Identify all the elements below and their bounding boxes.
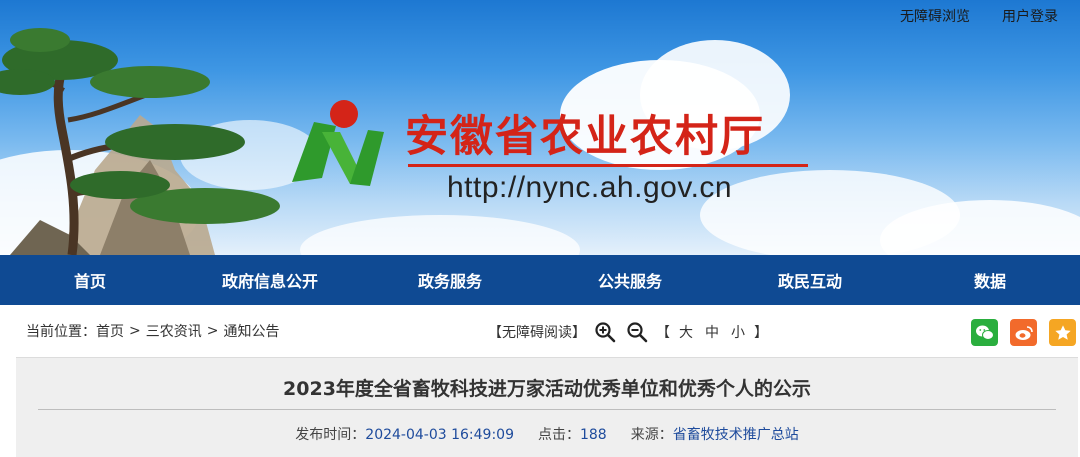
breadcrumb-separator: > (206, 323, 219, 339)
accessible-read-button[interactable]: 【无障碍阅读】 (488, 322, 586, 342)
breadcrumb-home[interactable]: 首页 (96, 321, 124, 341)
nav-item-gov-services[interactable]: 政务服务 (360, 268, 540, 292)
share-bar (971, 319, 1076, 346)
zoom-out-icon[interactable] (624, 319, 650, 345)
font-size-bracket-close: 】 (754, 325, 768, 341)
publish-time-label: 发布时间： (295, 427, 366, 443)
site-url: http://nync.ah.gov.cn (447, 171, 733, 204)
breadcrumb-separator: > (129, 323, 141, 339)
article-title: 2023年度全省畜牧科技进万家活动优秀单位和优秀个人的公示 (283, 378, 811, 400)
click-count-value: 188 (579, 427, 607, 443)
breadcrumb: 当前位置： 首页 > 三农资讯 > 通知公告 (26, 321, 279, 341)
source-group: 来源：省畜牧技术推广总站 (631, 424, 799, 444)
breadcrumb-news[interactable]: 三农资讯 (146, 321, 202, 341)
font-size-large[interactable]: 大 (679, 322, 693, 342)
department-logo-icon (292, 100, 384, 186)
weibo-icon[interactable] (1010, 319, 1037, 346)
wechat-icon[interactable] (971, 319, 998, 346)
font-size-small[interactable]: 小 (731, 322, 745, 342)
favorite-star-icon[interactable] (1049, 319, 1076, 346)
nav-item-public-services[interactable]: 公共服务 (540, 268, 720, 292)
user-login-link[interactable]: 用户登录 (1002, 6, 1058, 26)
nav-item-gov-info[interactable]: 政府信息公开 (180, 268, 360, 292)
site-title: 安徽省农业农村厅 (405, 112, 765, 162)
zoom-in-icon[interactable] (592, 319, 618, 345)
pine-tree-illustration (0, 28, 280, 255)
reading-tools: 【无障碍阅读】 【 大 中 小 】 (488, 319, 768, 345)
breadcrumb-notices[interactable]: 通知公告 (223, 321, 279, 341)
font-size-medium[interactable]: 中 (705, 322, 719, 342)
nav-item-interaction[interactable]: 政民互动 (720, 268, 900, 292)
top-links: 无障碍浏览 用户登录 (900, 6, 1058, 26)
title-underline (408, 164, 808, 167)
font-size-bracket-open: 【 (656, 325, 670, 341)
click-count-label: 点击： (537, 427, 580, 443)
title-divider (38, 409, 1056, 410)
publish-time-value: 2024-04-03 16:49:09 (365, 427, 514, 443)
breadcrumb-prefix: 当前位置： (26, 324, 96, 340)
publish-time-group: 发布时间：2024-04-03 16:49:09 (295, 424, 514, 444)
article-header: 2023年度全省畜牧科技进万家活动优秀单位和优秀个人的公示 发布时间：2024-… (16, 357, 1078, 457)
click-count-group: 点击：188 (538, 424, 607, 444)
main-nav: 首页 政府信息公开 政务服务 公共服务 政民互动 数据 (0, 255, 1080, 305)
nav-item-data[interactable]: 数据 (900, 268, 1080, 292)
source-value: 省畜牧技术推广总站 (672, 427, 799, 443)
site-banner: 无障碍浏览 用户登录 安徽省农业农村厅 http://nync.ah.gov.c… (0, 0, 1080, 255)
source-label: 来源： (630, 427, 673, 443)
nav-item-home[interactable]: 首页 (0, 268, 180, 292)
article-meta: 发布时间：2024-04-03 16:49:09 点击：188 来源：省畜牧技术… (16, 424, 1078, 444)
accessible-browse-link[interactable]: 无障碍浏览 (900, 6, 970, 26)
cloud (300, 215, 580, 255)
